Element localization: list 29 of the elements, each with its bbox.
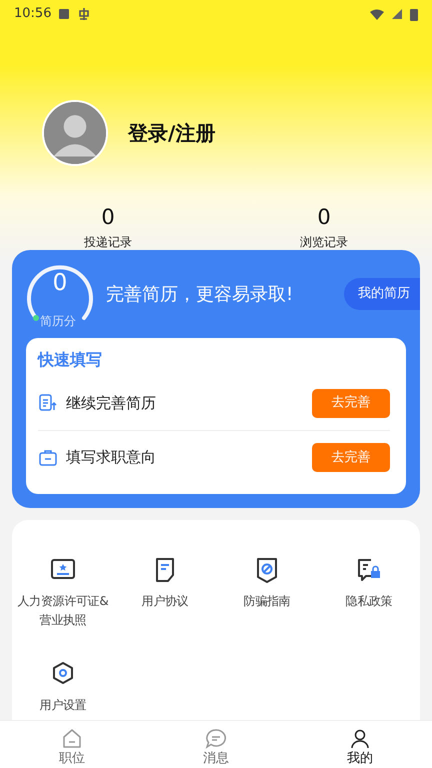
nav-tab[interactable]: 我的: [347, 722, 373, 766]
resume-score: 0: [52, 270, 68, 298]
signal-icon: [392, 9, 402, 19]
chat-icon[interactable]: [204, 726, 228, 751]
briefcase-icon: [38, 448, 58, 468]
resume-icon: [38, 393, 58, 413]
quick-fill-label: 继续完善简历: [66, 392, 156, 414]
score-label: 简历分: [40, 313, 76, 330]
battery-icon: [410, 8, 418, 20]
service-label[interactable]: 用户协议: [142, 592, 188, 611]
my-resume-button[interactable]: 我的简历: [344, 278, 420, 310]
stat-value: 0: [317, 206, 331, 230]
nav-tab[interactable]: 职位: [59, 722, 85, 766]
service-label[interactable]: 用户设置: [40, 696, 86, 715]
quick-fill-label: 填写求职意向: [66, 447, 156, 468]
service-label[interactable]: 隐私政策: [346, 592, 392, 611]
stat-label[interactable]: 投递记录: [84, 233, 132, 252]
nav-tab[interactable]: 消息: [203, 722, 229, 766]
stat-value: 0: [101, 206, 115, 230]
stat-label[interactable]: 浏览记录: [300, 233, 348, 252]
chat-lock-icon[interactable]: [355, 556, 383, 584]
service-label[interactable]: 防骗指南: [244, 592, 290, 611]
wifi-icon: [370, 8, 384, 20]
quick-fill-title: 快速填写: [38, 349, 103, 371]
status-time: 10:56: [14, 5, 52, 24]
notification-icon: [59, 9, 70, 19]
login-register-link[interactable]: 登录/注册: [128, 118, 216, 148]
service-label[interactable]: 人力资源许可证&营业执照: [12, 592, 114, 630]
resume-headline: 完善简历，更容易录取!: [106, 282, 294, 306]
